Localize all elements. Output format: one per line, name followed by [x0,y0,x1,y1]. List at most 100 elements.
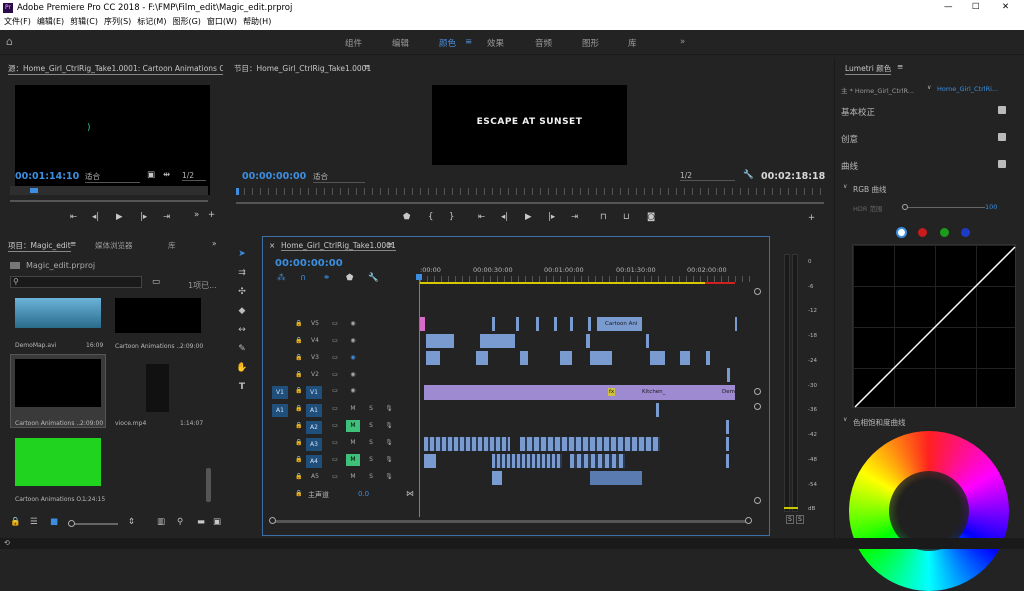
solo-a3-button[interactable]: S [364,437,378,449]
timeline-close-icon[interactable]: × [269,241,275,250]
slip-tool-icon[interactable]: ↔ [236,324,248,336]
eye-v4-icon[interactable]: ◉ [346,335,360,347]
clip-a1-a[interactable] [656,403,659,417]
mute-a4-button[interactable]: M [346,454,360,466]
new-search-bin-icon[interactable]: ▭ [152,278,160,287]
timeline-h-scroll-left[interactable] [269,517,276,524]
program-scrubber[interactable] [236,188,824,195]
clip-v5-f[interactable] [588,317,591,331]
rgb-curves-chevron-icon[interactable]: ∨ [843,183,847,190]
clip-v4-b[interactable] [480,334,515,348]
hue-sat-chevron-icon[interactable]: ∨ [843,416,847,423]
clip-v4-a[interactable] [426,334,454,348]
basic-correction-checkbox[interactable] [998,106,1006,114]
sync-v1-icon[interactable]: ▭ [328,385,342,397]
eye-v3-icon[interactable]: ◉ [346,352,360,364]
mic-a1-icon[interactable]: 🎙 [382,403,396,415]
ripple-edit-tool-icon[interactable]: ✣ [236,286,248,298]
hdr-range-slider[interactable] [902,204,985,210]
mute-a1-button[interactable]: M [346,403,360,415]
clip-a3-b[interactable] [520,437,660,451]
clip-v3-h[interactable] [706,351,710,365]
workspace-more-icon[interactable]: » [680,37,685,47]
mute-a3-button[interactable]: M [346,437,360,449]
step-forward-icon[interactable]: |▸ [140,213,147,222]
clip-v5-start[interactable] [420,317,425,331]
eye-v2-icon[interactable]: ◉ [346,369,360,381]
sort-icon[interactable]: ⇕ [128,518,135,527]
timeline-v-scroll-top[interactable] [754,288,761,295]
master-value[interactable]: 0.0 [358,490,369,498]
icon-view-icon[interactable]: ■ [50,518,58,527]
go-out-icon[interactable]: ⇥ [571,213,578,222]
program-timecode[interactable]: 00:00:00:00 [242,171,306,182]
clip-a4-a[interactable] [424,454,436,468]
master-toggle-icon[interactable]: ⋈ [406,489,414,498]
mute-a2-button[interactable]: M [346,420,360,432]
mic-a4-icon[interactable]: 🎙 [382,454,396,466]
find-icon[interactable]: ⚲ [177,518,183,527]
camera-icon[interactable]: ◙ [647,213,655,222]
program-zoom-bar[interactable] [236,202,824,204]
a1-source-target[interactable]: A1 [272,404,288,417]
clip-v3-c[interactable] [520,351,528,365]
curves-checkbox[interactable] [998,160,1006,168]
source-timecode[interactable]: 00:01:14:10 [15,171,79,182]
timeline-timecode[interactable]: 00:00:00:00 [275,258,343,269]
close-button[interactable]: ✕ [1002,2,1009,12]
channel-red-button[interactable] [918,228,927,237]
timeline-menu-icon[interactable]: ≡ [387,240,393,249]
rgb-curves-label[interactable]: RGB 曲线 [853,184,887,195]
lock-v4-icon[interactable]: 🔒 [292,335,306,347]
project-scrollbar[interactable] [206,468,211,502]
track-select-tool-icon[interactable]: ⇉ [236,267,248,279]
clip-a3-c[interactable] [726,437,729,451]
channel-white-button[interactable] [896,227,907,238]
maximize-button[interactable]: ☐ [972,2,980,12]
creative-label[interactable]: 创意 [841,133,858,145]
selection-tool-icon[interactable]: ➤ [236,248,248,260]
lock-a4-icon[interactable]: 🔒 [292,454,306,466]
work-area-bar[interactable] [420,282,705,284]
track-area[interactable]: Cartoon Ani fx Kitchen_ Dem [420,316,750,506]
minimize-button[interactable]: — [944,2,953,12]
solo-a5-button[interactable]: S [364,471,378,483]
meter-solo-right[interactable]: S [796,515,804,524]
media-thumb-cartoon-green[interactable] [15,438,101,486]
timeline-h-scroll-right[interactable] [745,517,752,524]
workspace-editing[interactable]: 编辑 [392,37,409,49]
timeline-v-scroll-mid2[interactable] [754,403,761,410]
thumb-size-slider[interactable] [68,520,118,527]
basic-correction-label[interactable]: 基本校正 [841,106,875,118]
program-add-icon[interactable]: + [808,214,815,223]
source-ratio-select[interactable]: 1/2 [182,171,206,181]
automate-icon[interactable]: ▥ [157,518,165,527]
source-more-icon[interactable]: » [194,211,199,220]
workspace-libraries[interactable]: 库 [628,37,637,49]
sync-a3-icon[interactable]: ▭ [328,437,342,449]
program-settings-icon[interactable]: 🔧 [743,171,754,180]
source-add-icon[interactable]: + [208,211,215,220]
playhead-handle[interactable] [416,274,422,280]
lock-v2-icon[interactable]: 🔒 [292,369,306,381]
program-monitor-title[interactable]: 节目：Home_Girl_CtrlRig_Take1.0001 [234,63,371,74]
menu-sequence[interactable]: 序列(S) [104,16,131,27]
mark-in-icon[interactable]: ⇤ [70,213,77,222]
clip-v3-e[interactable] [590,351,612,365]
clip-v3-g[interactable] [680,351,690,365]
hue-sat-curves-label[interactable]: 色相饱和度曲线 [853,417,906,428]
menu-graphics[interactable]: 图形(G) [172,16,200,27]
curves-label[interactable]: 曲线 [841,160,858,172]
razor-tool-icon[interactable]: ◆ [236,305,248,317]
lock-a2-icon[interactable]: 🔒 [292,420,306,432]
program-step-back-icon[interactable]: ◂| [501,213,508,222]
list-view-icon[interactable]: ☰ [30,518,38,527]
step-back-icon[interactable]: ◂| [92,213,99,222]
sync-a5-icon[interactable]: ▭ [328,471,342,483]
project-menu-icon[interactable]: ≡ [70,239,76,248]
home-icon[interactable]: ⌂ [6,35,13,48]
program-step-forward-icon[interactable]: |▸ [548,213,555,222]
linked-selection-icon[interactable]: ⚭ [323,274,330,283]
clip-a2-a[interactable] [726,420,729,434]
program-menu-icon[interactable]: ≡ [364,62,370,71]
